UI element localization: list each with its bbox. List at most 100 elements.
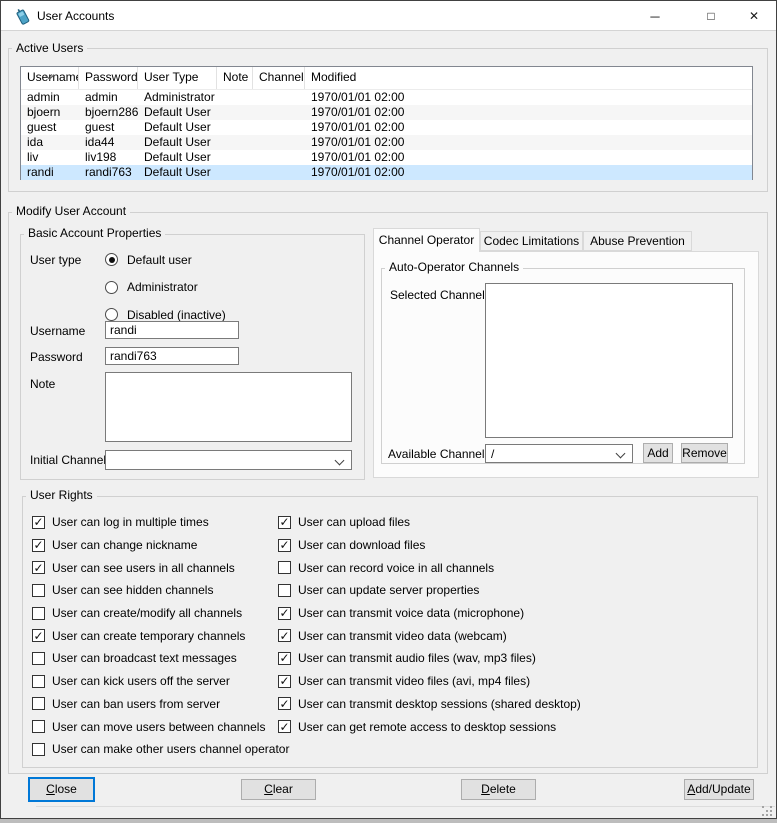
user-type-radio-group: Default userAdministrator Disabled (inact… — [105, 246, 335, 329]
password-label: Password — [30, 350, 83, 364]
column-header-user-type[interactable]: User Type — [138, 67, 217, 89]
checkbox-icon — [32, 516, 45, 529]
active-users-group-label: Active Users — [12, 42, 87, 55]
column-header-channel[interactable]: Channel — [253, 67, 305, 89]
cell-password: randi763 — [79, 165, 138, 180]
table-row-bjoern[interactable]: bjoernbjoern286Default User1970/01/01 02… — [21, 105, 752, 120]
remove-channel-button[interactable]: Remove — [681, 443, 728, 463]
cell-password: liv198 — [79, 150, 138, 165]
cell-user_type: Default User — [138, 120, 217, 135]
cell-channel — [253, 150, 305, 165]
checkbox-icon — [32, 561, 45, 574]
username-label: Username — [30, 324, 85, 338]
window-title: User Accounts — [37, 1, 114, 31]
close-window-button[interactable]: ✕ — [732, 2, 776, 31]
checkbox-label: User can broadcast text messages — [52, 651, 237, 665]
table-row-guest[interactable]: guestguestDefault User1970/01/01 02:00 — [21, 120, 752, 135]
radio-option-default-user[interactable]: Default user — [105, 246, 335, 274]
available-channels-value: / — [491, 447, 494, 461]
column-header-note[interactable]: Note — [217, 67, 253, 89]
cell-username: randi — [21, 165, 79, 180]
checkbox-user-can-make-other-users-channel-operator[interactable]: User can make other users channel operat… — [32, 738, 289, 761]
tab-codec-limitations[interactable]: Codec Limitations — [480, 231, 583, 251]
note-label: Note — [30, 377, 55, 391]
column-header-modified[interactable]: Modified — [305, 67, 752, 89]
checkbox-user-can-log-in-multiple-times[interactable]: User can log in multiple times — [32, 511, 289, 534]
username-input[interactable] — [105, 321, 239, 339]
checkbox-user-can-create-temporary-channels[interactable]: User can create temporary channels — [32, 624, 289, 647]
cell-username: liv — [21, 150, 79, 165]
checkbox-icon — [32, 743, 45, 756]
checkbox-user-can-record-voice-in-all-channels[interactable]: User can record voice in all channels — [278, 556, 581, 579]
initial-channel-combobox[interactable] — [105, 450, 352, 470]
checkbox-user-can-change-nickname[interactable]: User can change nickname — [32, 534, 289, 557]
column-header-password[interactable]: Password — [79, 67, 138, 89]
checkbox-user-can-transmit-video-data-webcam[interactable]: User can transmit video data (webcam) — [278, 624, 581, 647]
minimize-button[interactable]: ─ — [633, 2, 677, 31]
checkbox-icon — [32, 697, 45, 710]
checkbox-user-can-transmit-audio-files-wav-mp3-files[interactable]: User can transmit audio files (wav, mp3 … — [278, 647, 581, 670]
resize-grip[interactable] — [762, 806, 772, 816]
checkbox-user-can-transmit-desktop-sessions-shared-desktop[interactable]: User can transmit desktop sessions (shar… — [278, 693, 581, 716]
cell-user_type: Default User — [138, 150, 217, 165]
table-row-admin[interactable]: adminadminAdministrator1970/01/01 02:00 — [21, 90, 752, 105]
tab-abuse-prevention[interactable]: Abuse Prevention — [583, 231, 692, 251]
basic-account-properties-group-label: Basic Account Properties — [24, 227, 165, 240]
cell-channel — [253, 105, 305, 120]
table-row-liv[interactable]: livliv198Default User1970/01/01 02:00 — [21, 150, 752, 165]
available-channels-combobox[interactable]: / — [485, 444, 633, 463]
checkbox-user-can-transmit-voice-data-microphone[interactable]: User can transmit voice data (microphone… — [278, 602, 581, 625]
checkbox-user-can-move-users-between-channels[interactable]: User can move users between channels — [32, 715, 289, 738]
checkbox-label: User can move users between channels — [52, 720, 265, 734]
title-bar[interactable]: User Accounts ─ □ ✕ — [1, 1, 776, 31]
checkbox-icon — [32, 584, 45, 597]
checkbox-label: User can transmit video files (avi, mp4 … — [298, 674, 530, 688]
table-header-row: UsernamePasswordUser TypeNoteChannelModi… — [21, 67, 752, 90]
cell-channel — [253, 120, 305, 135]
cell-note — [217, 150, 253, 165]
checkbox-label: User can create/modify all channels — [52, 606, 242, 620]
checkbox-label: User can change nickname — [52, 538, 197, 552]
active-users-table[interactable]: UsernamePasswordUser TypeNoteChannelModi… — [20, 66, 753, 180]
password-input[interactable] — [105, 347, 239, 365]
tab-channel-operator[interactable]: Channel Operator — [373, 228, 480, 252]
cell-password: bjoern286 — [79, 105, 138, 120]
checkbox-user-can-see-hidden-channels[interactable]: User can see hidden channels — [32, 579, 289, 602]
cell-modified: 1970/01/01 02:00 — [305, 165, 752, 180]
checkbox-icon — [278, 652, 291, 665]
checkbox-user-can-kick-users-off-the-server[interactable]: User can kick users off the server — [32, 670, 289, 693]
checkbox-user-can-ban-users-from-server[interactable]: User can ban users from server — [32, 693, 289, 716]
add-channel-button[interactable]: Add — [643, 443, 673, 463]
checkbox-user-can-broadcast-text-messages[interactable]: User can broadcast text messages — [32, 647, 289, 670]
selected-channels-listbox[interactable] — [485, 283, 733, 438]
checkbox-label: User can update server properties — [298, 583, 479, 597]
checkbox-user-can-create-modify-all-channels[interactable]: User can create/modify all channels — [32, 602, 289, 625]
close-button[interactable]: Close — [28, 777, 95, 802]
cell-user_type: Administrator — [138, 90, 217, 105]
user-rights-group-label: User Rights — [26, 489, 97, 502]
maximize-button[interactable]: □ — [689, 2, 733, 31]
add-update-button[interactable]: Add/Update — [684, 779, 754, 800]
checkbox-icon — [32, 675, 45, 688]
checkbox-user-can-download-files[interactable]: User can download files — [278, 534, 581, 557]
checkbox-label: User can ban users from server — [52, 697, 220, 711]
table-row-ida[interactable]: idaida44Default User1970/01/01 02:00 — [21, 135, 752, 150]
cell-channel — [253, 135, 305, 150]
modify-user-account-group-label: Modify User Account — [12, 205, 130, 218]
radio-label: Disabled (inactive) — [127, 308, 226, 322]
checkbox-icon — [32, 720, 45, 733]
table-row-randi[interactable]: randirandi763Default User1970/01/01 02:0… — [21, 165, 752, 180]
chevron-down-icon — [616, 449, 626, 459]
checkbox-user-can-transmit-video-files-avi-mp4-files[interactable]: User can transmit video files (avi, mp4 … — [278, 670, 581, 693]
checkbox-icon — [278, 539, 291, 552]
note-textarea[interactable] — [105, 372, 352, 442]
checkbox-user-can-see-users-in-all-channels[interactable]: User can see users in all channels — [32, 556, 289, 579]
checkbox-user-can-get-remote-access-to-desktop-sessions[interactable]: User can get remote access to desktop se… — [278, 715, 581, 738]
checkbox-user-can-update-server-properties[interactable]: User can update server properties — [278, 579, 581, 602]
checkbox-label: User can create temporary channels — [52, 629, 245, 643]
checkbox-user-can-upload-files[interactable]: User can upload files — [278, 511, 581, 534]
radio-option-administrator[interactable]: Administrator — [105, 274, 335, 302]
delete-button[interactable]: Delete — [461, 779, 536, 800]
clear-button[interactable]: Clear — [241, 779, 316, 800]
checkbox-label: User can make other users channel operat… — [52, 742, 289, 756]
